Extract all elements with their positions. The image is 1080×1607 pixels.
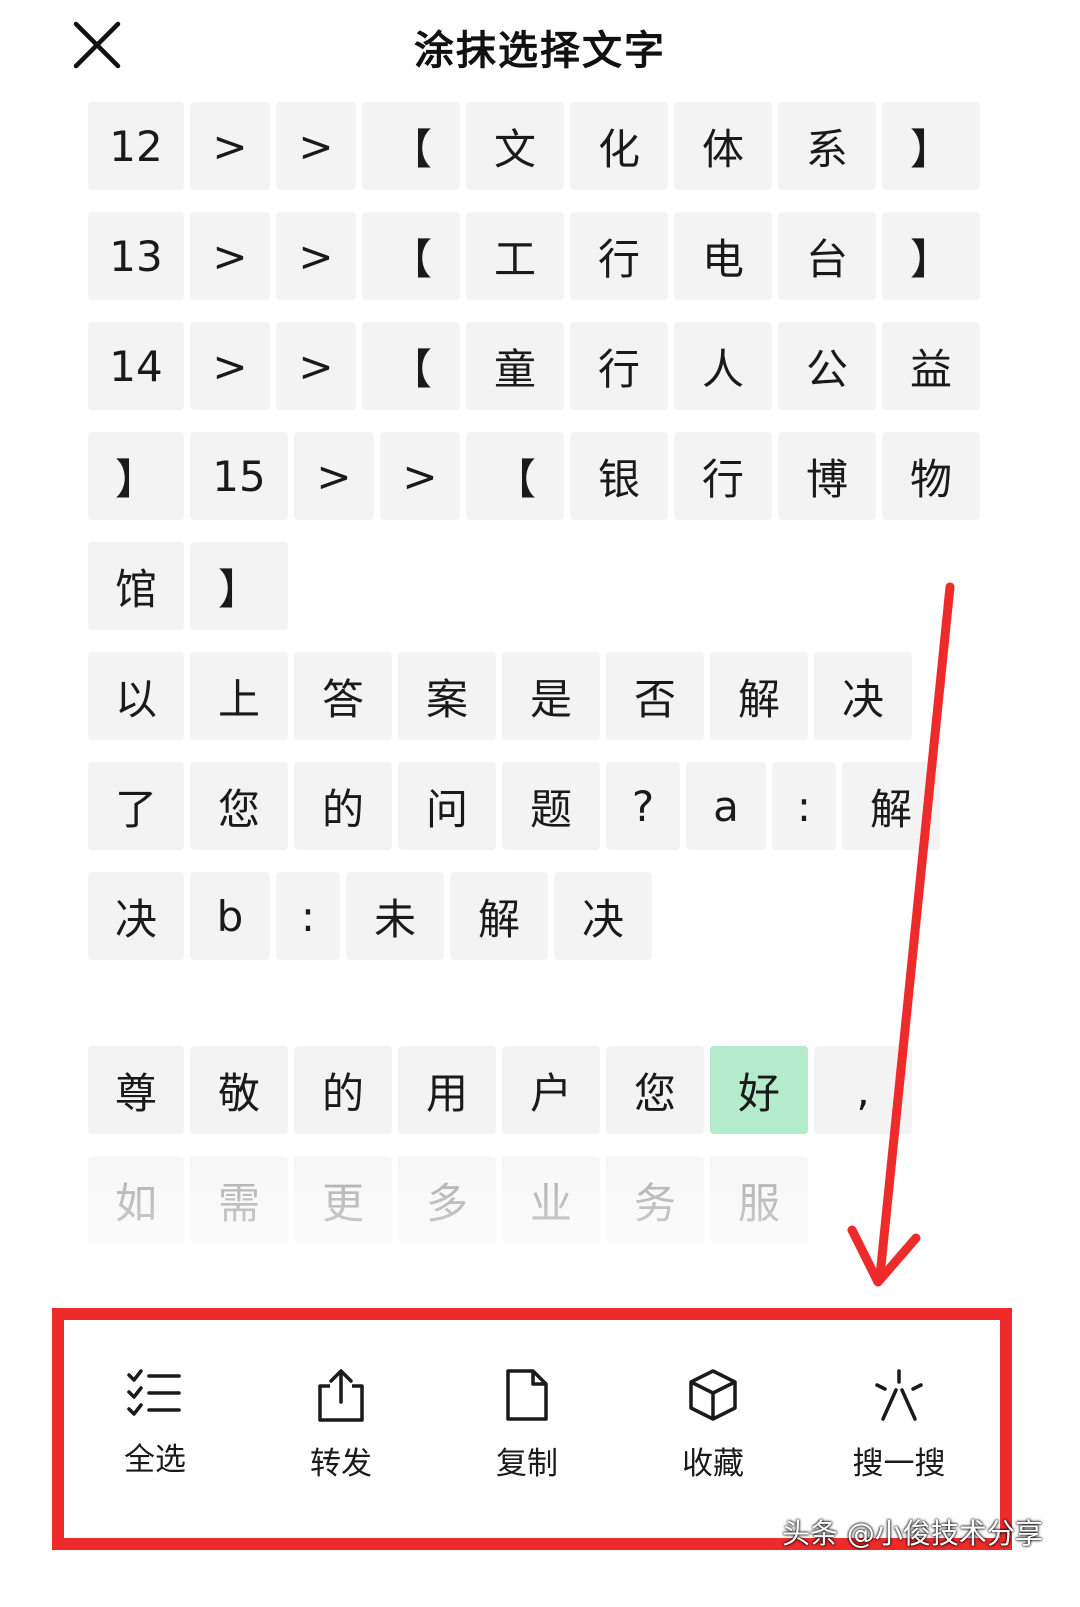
char-cell[interactable]: 14 [88,322,184,410]
cube-icon [689,1369,737,1421]
char-cell[interactable]: 】 [882,212,980,300]
char-cell[interactable]: 的 [294,762,392,850]
char-cell[interactable]: 更 [294,1156,392,1244]
char-cell[interactable]: 用 [398,1046,496,1134]
search-button[interactable]: 搜一搜 [824,1368,974,1483]
char-cell[interactable]: 行 [570,322,668,410]
char-cell[interactable]: 如 [88,1156,184,1244]
char-cell[interactable]: 12 [88,102,184,190]
char-cell[interactable]: b [190,872,270,960]
char-cell[interactable]: 业 [502,1156,600,1244]
char-cell[interactable]: 您 [606,1046,704,1134]
char-cell[interactable]: 化 [570,102,668,190]
char-cell[interactable]: 您 [190,762,288,850]
select-all-label: 全选 [124,1442,186,1478]
char-cell[interactable]: 【 [362,322,460,410]
char-cell[interactable]: 多 [398,1156,496,1244]
copy-label: 复制 [496,1446,558,1482]
char-cell[interactable]: 案 [398,652,496,740]
char-cell[interactable]: : [276,872,340,960]
char-cell[interactable]: 的 [294,1046,392,1134]
char-cell[interactable]: 尊 [88,1046,184,1134]
char-cell[interactable]: 13 [88,212,184,300]
char-cell[interactable]: 博 [778,432,876,520]
char-cell[interactable]: > [380,432,460,520]
watermark: 头条 @小俊技术分享 [782,1517,1043,1550]
char-cell[interactable]: 【 [362,102,460,190]
char-cell[interactable]: 未 [346,872,444,960]
char-cell[interactable]: 【 [466,432,564,520]
char-cell[interactable]: 答 [294,652,392,740]
search-spark-icon [875,1369,923,1421]
char-cell[interactable]: 文 [466,102,564,190]
char-cell[interactable]: 以 [88,652,184,740]
char-cell[interactable]: 敬 [190,1046,288,1134]
char-cell[interactable]: a [686,762,766,850]
char-cell[interactable]: : [772,762,836,850]
char-cell[interactable]: 行 [570,212,668,300]
char-cell[interactable]: 台 [778,212,876,300]
char-cell[interactable]: > [276,322,356,410]
char-cell[interactable]: > [276,102,356,190]
char-cell[interactable]: 馆 [88,542,184,630]
char-cell[interactable]: > [190,322,270,410]
copy-button[interactable]: 复制 [452,1368,602,1483]
char-cell[interactable]: 工 [466,212,564,300]
char-cell[interactable]: 】 [190,542,288,630]
favorite-label: 收藏 [682,1446,744,1482]
char-cell[interactable]: 解 [842,762,940,850]
char-cell[interactable]: 解 [710,652,808,740]
char-cell[interactable]: , [814,1046,912,1134]
char-cell[interactable]: 体 [674,102,772,190]
char-cell[interactable]: 了 [88,762,184,850]
char-cell[interactable]: > [294,432,374,520]
share-icon [318,1369,364,1422]
char-cell[interactable]: 】 [88,432,184,520]
text-grid: 12 > > 【文化体系】 13 > > 【工行电台】 14 > > 【童行人公益】 15 > > 【银行博物… [0,0,1080,1290]
char-cell[interactable]: 解 [450,872,548,960]
char-cell[interactable]: 决 [814,652,912,740]
char-cell[interactable]: 决 [554,872,652,960]
char-cell[interactable]: 【 [362,212,460,300]
char-cell[interactable]: 服 [710,1156,808,1244]
char-cell[interactable]: 务 [606,1156,704,1244]
char-cell[interactable]: 15 [190,432,288,520]
char-cell[interactable]: 公 [778,322,876,410]
char-cell[interactable]: 户 [502,1046,600,1134]
search-label: 搜一搜 [852,1446,946,1482]
char-cell[interactable]: 需 [190,1156,288,1244]
char-cell[interactable]: 题 [502,762,600,850]
char-cell[interactable]: 决 [88,872,184,960]
char-cell[interactable]: 银 [570,432,668,520]
select-all-button[interactable]: 全选 [80,1368,230,1479]
char-cell[interactable]: 行 [674,432,772,520]
char-cell[interactable]: 是 [502,652,600,740]
char-cell[interactable]: 童 [466,322,564,410]
char-cell[interactable]: 上 [190,652,288,740]
share-label: 转发 [310,1446,372,1482]
char-cell[interactable]: 好 [710,1046,808,1134]
char-cell[interactable]: 否 [606,652,704,740]
char-cell[interactable]: 问 [398,762,496,850]
char-cell[interactable]: 电 [674,212,772,300]
char-cell[interactable]: 系 [778,102,876,190]
char-cell[interactable]: 益 [882,322,980,410]
favorite-button[interactable]: 收藏 [638,1368,788,1483]
copy-icon [506,1369,548,1421]
char-cell[interactable]: > [276,212,356,300]
char-cell[interactable]: 】 [882,102,980,190]
select-all-icon [127,1369,181,1416]
char-cell[interactable]: ? [606,762,680,850]
char-cell[interactable]: > [190,102,270,190]
char-cell[interactable]: > [190,212,270,300]
char-cell[interactable]: 人 [674,322,772,410]
char-cell[interactable]: 物 [882,432,980,520]
share-button[interactable]: 转发 [266,1368,416,1483]
